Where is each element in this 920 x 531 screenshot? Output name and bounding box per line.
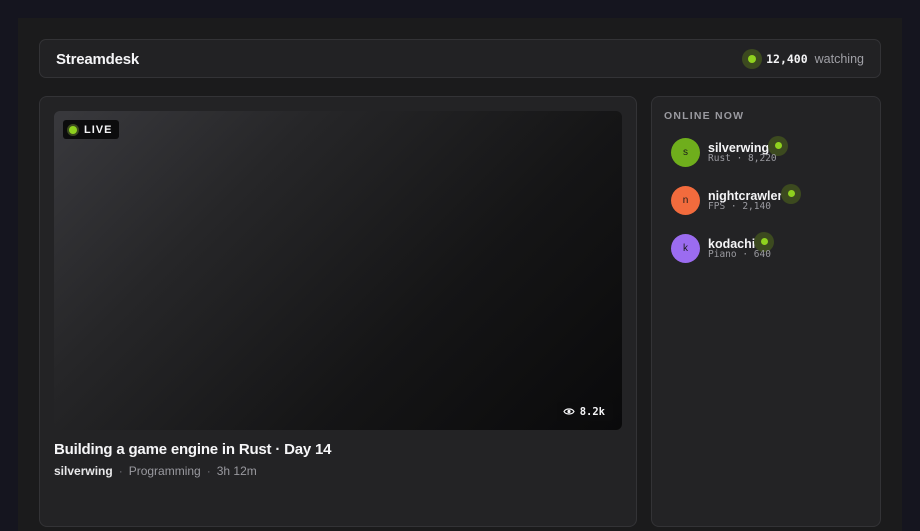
watching-counter: 12,400 watching (742, 49, 864, 69)
viewer-count: 8.2k (579, 405, 605, 418)
stream-meta: silverwing · Programming · 3h 12m (54, 464, 257, 478)
online-user-detail: Rust · 8,220 (708, 152, 777, 164)
stream-card: LIVE 8.2k Building a game engine in Rust… (39, 96, 637, 527)
online-user-item[interactable]: k kodachi Piano · 640 (671, 231, 775, 264)
streamer-name-link[interactable]: silverwing (54, 464, 113, 478)
stream-category[interactable]: Programming (129, 464, 201, 478)
online-user-info: silverwing Rust · 8,220 (708, 135, 789, 164)
top-bar: Streamdesk 12,400 watching (39, 39, 881, 78)
online-user-item[interactable]: s silverwing Rust · 8,220 (671, 135, 789, 168)
online-user-detail: Piano · 640 (708, 248, 771, 260)
watching-label: watching (814, 52, 864, 66)
avatar: n (671, 185, 700, 215)
video-player[interactable]: LIVE 8.2k (54, 111, 622, 430)
online-sidebar: ONLINE NOW s silverwing Rust · 8,220 n n… (651, 96, 881, 527)
viewer-count-badge: 8.2k (556, 402, 613, 421)
stream-duration: 3h 12m (216, 464, 257, 478)
online-dot-icon (742, 49, 763, 69)
live-badge: LIVE (63, 120, 120, 139)
sidebar-title: ONLINE NOW (664, 110, 745, 122)
online-user-info: kodachi Piano · 640 (708, 231, 775, 260)
online-user-detail: FPS · 2,140 (708, 200, 771, 212)
online-user-info: nightcrawler FPS · 2,140 (708, 183, 802, 212)
watching-count: 12,400 (766, 52, 808, 66)
brand-title[interactable]: Streamdesk (56, 51, 139, 68)
live-label: LIVE (84, 123, 113, 136)
stream-title[interactable]: Building a game engine in Rust · Day 14 (54, 441, 331, 458)
avatar: k (671, 233, 700, 263)
avatar: s (671, 137, 700, 167)
live-dot-icon (69, 125, 77, 134)
app-frame: Streamdesk 12,400 watching LIVE 8.2k Bui… (18, 18, 902, 531)
online-user-item[interactable]: n nightcrawler FPS · 2,140 (671, 183, 802, 216)
eye-icon (563, 408, 575, 415)
meta-separator: · (206, 464, 211, 478)
meta-separator: · (118, 464, 123, 478)
